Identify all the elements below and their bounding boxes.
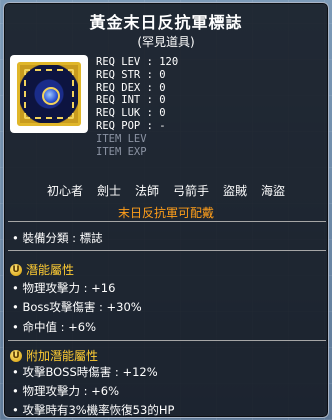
item-icon-frame	[10, 55, 88, 133]
bonus-potential-title: 附加潛能屬性	[26, 349, 99, 363]
item-tooltip: 黃金末日反抗軍標誌 (罕見道具) REQ LEV : 120 REQ STR :…	[3, 2, 329, 418]
item-rarity: (罕見道具)	[137, 35, 195, 49]
potential-line: • 物理攻擊力 : +16	[12, 281, 116, 295]
item-name: 黃金末日反抗軍標誌	[89, 13, 243, 32]
req-luk: REQ LUK : 0	[96, 107, 166, 120]
req-int: REQ INT : 0	[96, 94, 166, 107]
item-lev: ITEM LEV	[96, 132, 147, 145]
equip-category: • 裝備分類 : 標誌	[12, 231, 103, 245]
gold-resistance-emblem-icon	[17, 62, 81, 126]
bonus-potential-line: • 物理攻擊力 : +6%	[12, 384, 120, 398]
job-beginner: 初心者	[46, 184, 83, 198]
job-warrior: 劍士	[96, 184, 121, 198]
requirements-list: REQ LEV : 120 REQ STR : 0 REQ DEX : 0 RE…	[96, 56, 178, 158]
job-pirate: 海盜	[261, 184, 286, 198]
job-magician: 法師	[134, 184, 159, 198]
potential-header: U 潛能屬性	[10, 261, 74, 278]
item-exp: ITEM EXP	[96, 145, 147, 158]
divider	[8, 250, 326, 251]
unique-grade-icon: U	[10, 263, 22, 276]
unique-grade-icon: U	[10, 349, 22, 362]
req-lev: REQ LEV : 120	[96, 56, 179, 68]
bonus-potential-header: U 附加潛能屬性	[10, 347, 98, 364]
potential-line: • 命中值 : +6%	[12, 320, 97, 334]
job-list: 初心者 劍士 法師 弓箭手 盜賊 海盜	[4, 182, 328, 199]
divider	[8, 221, 326, 222]
bonus-potential-line: • 攻擊BOSS時傷害 : +12%	[12, 365, 158, 379]
job-bowman: 弓箭手	[173, 184, 210, 198]
req-pop: REQ POP : -	[96, 119, 166, 132]
potential-line: • Boss攻擊傷害 : +30%	[12, 300, 142, 314]
req-str: REQ STR : 0	[96, 68, 166, 81]
job-warning: 末日反抗軍可配戴	[117, 206, 214, 220]
divider	[8, 340, 326, 341]
req-dex: REQ DEX : 0	[96, 81, 166, 94]
potential-title: 潛能屬性	[26, 263, 75, 277]
bonus-potential-line: • 攻擊時有3%機率恢復53的HP	[12, 403, 175, 417]
job-thief: 盜賊	[223, 184, 248, 198]
